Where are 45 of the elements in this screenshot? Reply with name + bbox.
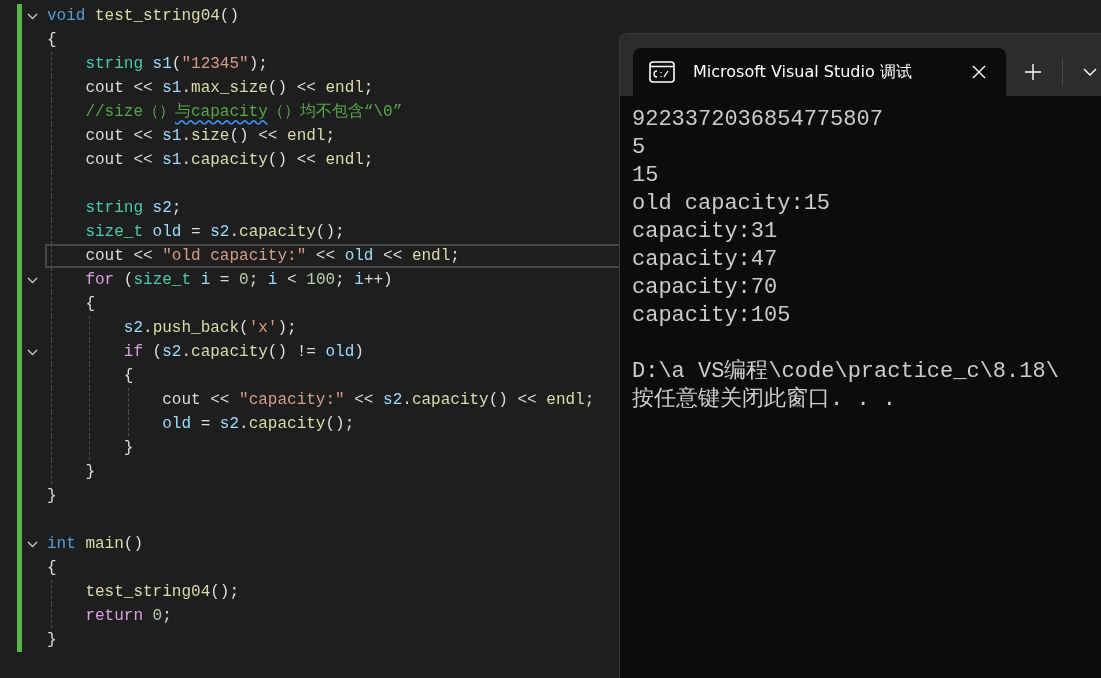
- code-line: {: [47, 30, 57, 51]
- code-line: {: [123, 366, 134, 387]
- console-output-line: 5: [632, 134, 647, 162]
- console-app-icon: [649, 61, 675, 83]
- code-line: //size（）与capacity（）均不包含“\0”: [85, 102, 403, 123]
- console-output-line: capacity:47: [632, 246, 779, 274]
- console-output-line: 按任意键关闭此窗口. . .: [632, 386, 897, 414]
- code-line: {: [85, 294, 95, 315]
- code-line: }: [85, 462, 95, 483]
- code-line: return 0;: [85, 606, 172, 627]
- chevron-down-icon: [1083, 68, 1097, 76]
- code-line: cout << "capacity:" << s2.capacity() << endl;: [162, 390, 595, 411]
- code-line: }: [47, 486, 57, 507]
- code-line: cout << "old capacity:" << old << endl;: [85, 246, 460, 267]
- code-line: s2.push_back('x');: [123, 318, 297, 339]
- code-line: if (s2.capacity() != old): [123, 342, 364, 363]
- collapse-chevron-icon[interactable]: [27, 276, 38, 284]
- close-icon: [972, 65, 986, 79]
- tab-title: Microsoft Visual Studio 调试: [693, 61, 913, 83]
- code-line: cout << s1.max_size() << endl;: [85, 78, 374, 99]
- collapse-chevron-icon[interactable]: [27, 12, 38, 20]
- console-output-line: capacity:31: [632, 218, 779, 246]
- code-line: for (size_t i = 0; i < 100; i++): [85, 270, 393, 291]
- code-line: cout << s1.capacity() << endl;: [85, 150, 374, 171]
- code-line: size_t old = s2.capacity();: [85, 222, 345, 243]
- code-line: old = s2.capacity();: [162, 414, 355, 435]
- code-line: void test_string04(): [47, 6, 240, 27]
- console-output-line: 9223372036854775807: [632, 106, 884, 134]
- code-line: cout << s1.size() << endl;: [85, 126, 336, 147]
- code-line: }: [47, 630, 57, 651]
- console-output-line: capacity:105: [632, 302, 792, 330]
- console-output-line: old capacity:15: [632, 190, 832, 218]
- code-line: string s1("12345");: [85, 54, 268, 75]
- console-tab[interactable]: Microsoft Visual Studio 调试: [633, 48, 1006, 96]
- code-line: int main(): [47, 534, 144, 555]
- collapse-chevron-icon[interactable]: [27, 348, 38, 356]
- console-output-line: capacity:70: [632, 274, 779, 302]
- plus-icon: [1024, 63, 1042, 81]
- console-output-line: 15: [632, 162, 660, 190]
- code-line: string s2;: [85, 198, 182, 219]
- code-line: {: [47, 558, 57, 579]
- code-line: }: [123, 438, 134, 459]
- console-output-line: D:\a VS编程\code\practice_c\8.18\: [632, 358, 1060, 386]
- collapse-chevron-icon[interactable]: [27, 540, 38, 548]
- code-line: test_string04();: [85, 582, 240, 603]
